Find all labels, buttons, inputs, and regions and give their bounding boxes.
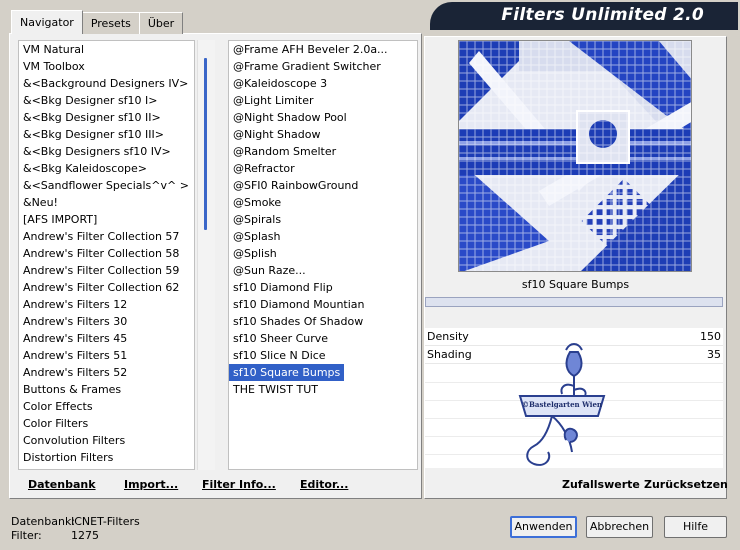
- filter-count-label: Filter:: [11, 529, 42, 542]
- progress-bar: [425, 297, 723, 307]
- editor-button[interactable]: Editor...: [300, 478, 348, 491]
- filter-item[interactable]: sf10 Square Bumps: [229, 364, 345, 381]
- filter-list[interactable]: @Frame AFH Beveler 2.0a... @Frame Gradien…: [228, 40, 418, 470]
- filter-item[interactable]: @Sun Raze...: [229, 262, 417, 279]
- cancel-button[interactable]: Abbrechen: [586, 516, 653, 538]
- filter-count-value: 1275: [71, 529, 99, 542]
- tab-ueber[interactable]: Über: [138, 12, 184, 34]
- category-item[interactable]: &<Bkg Designer sf10 I>: [19, 92, 194, 109]
- param-label: Shading: [427, 348, 472, 361]
- category-item[interactable]: Andrew's Filters 51: [19, 347, 194, 364]
- import-button[interactable]: Import...: [124, 478, 178, 491]
- filter-item[interactable]: @Random Smelter: [229, 143, 417, 160]
- watermark-text: ©Bastelgarten Wien: [522, 400, 603, 409]
- filter-item[interactable]: @Night Shadow: [229, 126, 417, 143]
- apply-button[interactable]: Anwenden: [510, 516, 577, 538]
- title-banner: Filters Unlimited 2.0: [430, 2, 738, 30]
- category-item[interactable]: Color Filters: [19, 415, 194, 432]
- status-area: Datenbank: ICNET-Filters Filter: 1275: [11, 515, 140, 543]
- left-button-bar: Datenbank Import... Filter Info... Edito…: [18, 478, 418, 496]
- filter-item[interactable]: @Frame Gradient Switcher: [229, 58, 417, 75]
- preview-image: [458, 40, 692, 272]
- scrollbar-thumb[interactable]: [204, 58, 207, 230]
- param-label: Density: [427, 330, 469, 343]
- db-value: ICNET-Filters: [71, 515, 140, 528]
- help-button[interactable]: Hilfe: [664, 516, 727, 538]
- filter-item[interactable]: sf10 Diamond Mountian: [229, 296, 417, 313]
- category-item[interactable]: &<Bkg Kaleidoscope>: [19, 160, 194, 177]
- category-scrollbar[interactable]: [197, 40, 215, 470]
- tab-navigator[interactable]: Navigator: [11, 10, 83, 34]
- category-item[interactable]: Andrew's Filters 12: [19, 296, 194, 313]
- category-item[interactable]: Andrew's Filters 45: [19, 330, 194, 347]
- category-item[interactable]: Andrew's Filter Collection 62: [19, 279, 194, 296]
- category-item[interactable]: Andrew's Filters 52: [19, 364, 194, 381]
- category-item[interactable]: Andrew's Filter Collection 59: [19, 262, 194, 279]
- category-item[interactable]: Andrew's Filter Collection 57: [19, 228, 194, 245]
- category-item[interactable]: &<Background Designers IV>: [19, 75, 194, 92]
- filter-item[interactable]: @Kaleidoscope 3: [229, 75, 417, 92]
- filter-item[interactable]: @Refractor: [229, 160, 417, 177]
- tab-bar: Navigator Presets Über: [11, 10, 184, 34]
- category-item[interactable]: VM Toolbox: [19, 58, 194, 75]
- filter-item[interactable]: @Light Limiter: [229, 92, 417, 109]
- category-item[interactable]: VM Natural: [19, 41, 194, 58]
- reset-button[interactable]: Zurücksetzen: [644, 478, 728, 491]
- category-item[interactable]: Distortion Filters: [19, 449, 194, 466]
- category-item[interactable]: &<Sandflower Specials^v^ >: [19, 177, 194, 194]
- param-value: 35: [707, 348, 721, 361]
- tab-presets[interactable]: Presets: [81, 12, 140, 34]
- watermark-logo: ©Bastelgarten Wien: [512, 342, 612, 472]
- category-item[interactable]: Color Effects: [19, 398, 194, 415]
- database-button[interactable]: Datenbank: [28, 478, 96, 491]
- filter-item[interactable]: @Frame AFH Beveler 2.0a...: [229, 41, 417, 58]
- category-item[interactable]: Andrew's Filter Collection 58: [19, 245, 194, 262]
- filter-item[interactable]: sf10 Slice N Dice: [229, 347, 417, 364]
- right-button-bar: Zufallswerte Zurücksetzen: [560, 478, 728, 496]
- filter-item[interactable]: @SFI0 RainbowGround: [229, 177, 417, 194]
- app-title: Filters Unlimited 2.0: [501, 5, 704, 25]
- filter-item[interactable]: sf10 Shades Of Shadow: [229, 313, 417, 330]
- param-value: 150: [700, 330, 721, 343]
- filter-item[interactable]: sf10 Sheer Curve: [229, 330, 417, 347]
- filter-item[interactable]: @Splish: [229, 245, 417, 262]
- filter-item[interactable]: @Smoke: [229, 194, 417, 211]
- category-item[interactable]: Buttons & Frames: [19, 381, 194, 398]
- randomize-button[interactable]: Zufallswerte: [562, 478, 640, 491]
- preview-artwork: [459, 41, 691, 271]
- db-label: Datenbank:: [11, 515, 76, 528]
- category-item[interactable]: &<Bkg Designer sf10 III>: [19, 126, 194, 143]
- filter-item[interactable]: @Splash: [229, 228, 417, 245]
- category-item[interactable]: &Neu!: [19, 194, 194, 211]
- filter-item[interactable]: @Spirals: [229, 211, 417, 228]
- filter-item[interactable]: @Night Shadow Pool: [229, 109, 417, 126]
- filter-item[interactable]: THE TWIST TUT: [229, 381, 417, 398]
- filter-info-button[interactable]: Filter Info...: [202, 478, 276, 491]
- filter-item[interactable]: sf10 Diamond Flip: [229, 279, 417, 296]
- category-item[interactable]: [AFS IMPORT]: [19, 211, 194, 228]
- category-item[interactable]: &<Bkg Designers sf10 IV>: [19, 143, 194, 160]
- category-item[interactable]: Andrew's Filters 30: [19, 313, 194, 330]
- preview-filter-name: sf10 Square Bumps: [521, 278, 630, 291]
- category-item[interactable]: Convolution Filters: [19, 432, 194, 449]
- category-item[interactable]: &<Bkg Designer sf10 II>: [19, 109, 194, 126]
- category-list[interactable]: VM Natural VM Toolbox &<Background Designe…: [18, 40, 195, 470]
